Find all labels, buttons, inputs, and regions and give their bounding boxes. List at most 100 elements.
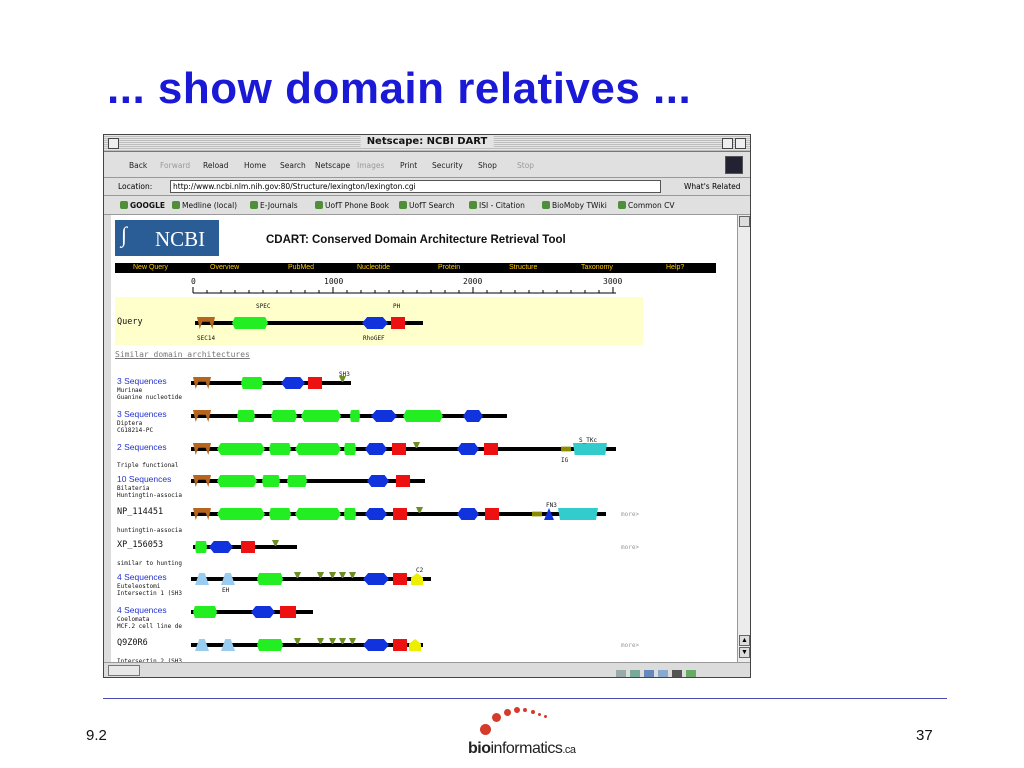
component-bar-icon[interactable] xyxy=(616,665,736,677)
menu-pubmed[interactable]: PubMed xyxy=(288,264,314,271)
spec-domain[interactable] xyxy=(344,508,356,520)
rhogef-domain[interactable] xyxy=(371,410,397,422)
menu-new-query[interactable]: New Query xyxy=(133,264,168,271)
spec-domain[interactable] xyxy=(287,475,307,487)
spec-domain[interactable] xyxy=(295,508,341,520)
security-button[interactable]: Security xyxy=(432,161,463,170)
more-link[interactable]: more> xyxy=(621,642,639,649)
spec-domain[interactable] xyxy=(350,410,360,422)
spec-domain[interactable] xyxy=(237,410,255,422)
sequence-group-link[interactable]: 10 Sequences xyxy=(117,474,171,484)
spec-domain[interactable] xyxy=(271,410,297,422)
ph-domain[interactable] xyxy=(393,573,407,585)
rhogef-domain[interactable] xyxy=(365,508,387,520)
images-button[interactable]: Images xyxy=(357,161,384,170)
close-box-icon[interactable] xyxy=(108,138,119,149)
rhogef-domain[interactable] xyxy=(457,443,479,455)
spec-domain[interactable] xyxy=(257,573,283,585)
scroll-down-icon[interactable]: ▼ xyxy=(739,647,750,658)
home-button[interactable]: Home xyxy=(244,161,266,170)
spec-domain[interactable] xyxy=(217,475,257,487)
zoom-box-icon[interactable] xyxy=(722,138,733,149)
spec-domain[interactable] xyxy=(195,541,207,553)
spec-domain[interactable] xyxy=(344,443,356,455)
rhogef-domain[interactable] xyxy=(367,475,389,487)
spec-domain[interactable] xyxy=(217,508,265,520)
rhogef-domain[interactable] xyxy=(463,410,483,422)
bookmark-isi[interactable]: ISI - Citation xyxy=(469,201,525,210)
ncbi-logo[interactable]: ∫ NCBI xyxy=(115,220,219,256)
search-button[interactable]: Search xyxy=(280,161,306,170)
menu-protein[interactable]: Protein xyxy=(438,264,460,271)
spec-domain[interactable] xyxy=(269,508,291,520)
sequence-group-link[interactable]: 4 Sequences xyxy=(117,605,167,615)
more-link[interactable]: more> xyxy=(621,511,639,518)
title-bar[interactable]: Netscape: NCBI DART xyxy=(104,135,750,152)
spec-domain[interactable] xyxy=(262,475,280,487)
rhogef-domain[interactable] xyxy=(363,639,389,651)
bookmark-common-cv[interactable]: Common CV xyxy=(618,201,675,210)
forward-button[interactable]: Forward xyxy=(160,161,190,170)
ph-domain[interactable] xyxy=(396,475,410,487)
bookmark-medline[interactable]: Medline (local) xyxy=(172,201,237,210)
collapse-box-icon[interactable] xyxy=(735,138,746,149)
stkc-domain[interactable] xyxy=(558,508,598,520)
menu-taxonomy[interactable]: Taxonomy xyxy=(581,264,613,271)
rhogef-domain[interactable] xyxy=(209,541,233,553)
sequence-group-link[interactable]: 3 Sequences xyxy=(117,376,167,386)
menu-nucleotide[interactable]: Nucleotide xyxy=(357,264,390,271)
ph-domain[interactable] xyxy=(241,541,255,553)
print-button[interactable]: Print xyxy=(400,161,417,170)
rhogef-domain[interactable] xyxy=(281,377,305,389)
sequence-group-link[interactable]: 4 Sequences xyxy=(117,572,167,582)
bookmark-google[interactable]: GOOGLE xyxy=(120,201,165,210)
sequence-group-link[interactable]: 2 Sequences xyxy=(117,442,167,452)
spec-domain[interactable] xyxy=(301,410,341,422)
eh-domain[interactable] xyxy=(195,639,209,651)
netscape-button[interactable]: Netscape xyxy=(315,161,350,170)
rhogef-domain[interactable] xyxy=(365,443,387,455)
menu-structure[interactable]: Structure xyxy=(509,264,537,271)
rhogef-domain[interactable] xyxy=(363,573,389,585)
ph-domain[interactable] xyxy=(392,443,406,455)
spec-domain[interactable] xyxy=(295,443,341,455)
scroll-grip-icon[interactable] xyxy=(739,216,750,227)
rhogef-domain[interactable] xyxy=(362,317,388,329)
more-link[interactable]: more> xyxy=(621,544,639,551)
eh-domain[interactable] xyxy=(221,639,235,651)
shop-button[interactable]: Shop xyxy=(478,161,497,170)
spec-domain[interactable] xyxy=(269,443,291,455)
spec-domain[interactable] xyxy=(241,377,263,389)
ph-domain[interactable] xyxy=(393,639,407,651)
ph-domain[interactable] xyxy=(393,508,407,520)
ig-domain[interactable] xyxy=(532,511,542,517)
spec-domain[interactable] xyxy=(193,606,217,618)
spec-domain[interactable] xyxy=(257,639,283,651)
ph-domain[interactable] xyxy=(391,317,405,329)
ph-domain[interactable] xyxy=(485,508,499,520)
bookmark-biomoby[interactable]: BioMoby TWiki xyxy=(542,201,607,210)
sequence-group-link[interactable]: 3 Sequences xyxy=(117,409,167,419)
menu-overview[interactable]: Overview xyxy=(210,264,239,271)
stop-button[interactable]: Stop xyxy=(517,161,534,170)
reload-button[interactable]: Reload xyxy=(203,161,229,170)
ig-domain[interactable] xyxy=(561,446,571,452)
ph-domain[interactable] xyxy=(308,377,322,389)
spec-domain[interactable] xyxy=(217,443,265,455)
url-field[interactable]: http://www.ncbi.nlm.nih.gov:80/Structure… xyxy=(170,180,661,193)
scroll-up-icon[interactable]: ▲ xyxy=(739,635,750,646)
whats-related-button[interactable]: What's Related xyxy=(684,182,741,191)
c2-domain[interactable] xyxy=(411,573,423,585)
security-lock-icon[interactable] xyxy=(108,665,140,676)
spec-domain[interactable] xyxy=(403,410,443,422)
bookmark-uoft-phone[interactable]: UofT Phone Book xyxy=(315,201,389,210)
spec-domain[interactable] xyxy=(232,317,268,329)
stkc-domain[interactable] xyxy=(573,443,607,455)
ph-domain[interactable] xyxy=(280,606,296,618)
back-button[interactable]: Back xyxy=(129,161,147,170)
menu-help[interactable]: Help? xyxy=(666,264,684,271)
eh-domain[interactable] xyxy=(195,573,209,585)
bookmark-uoft-search[interactable]: UofT Search xyxy=(399,201,454,210)
ph-domain[interactable] xyxy=(484,443,498,455)
bookmark-ejournals[interactable]: E-Journals xyxy=(250,201,298,210)
